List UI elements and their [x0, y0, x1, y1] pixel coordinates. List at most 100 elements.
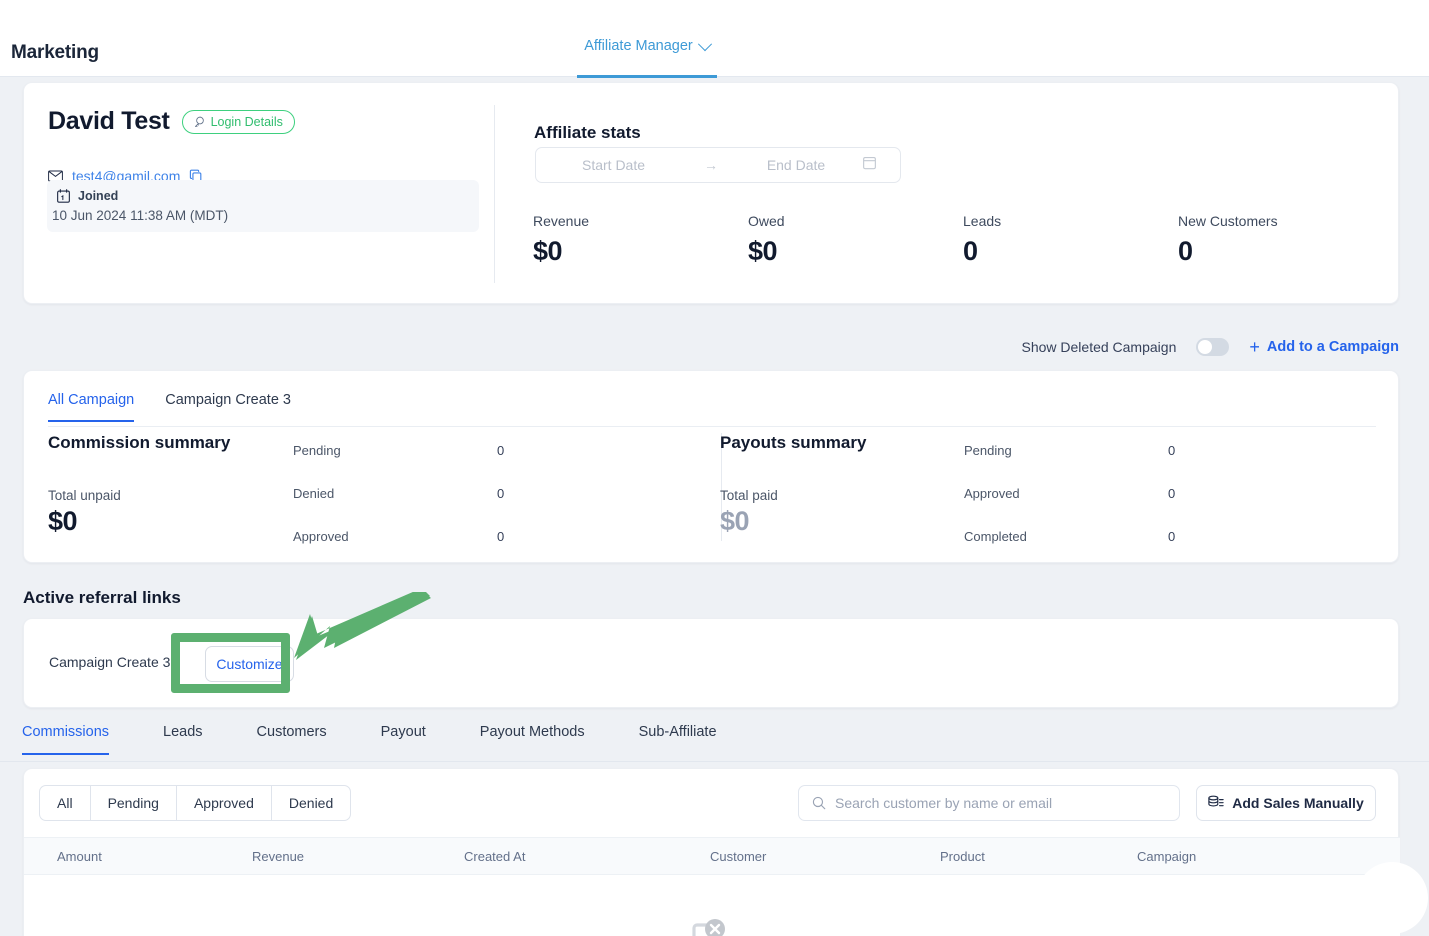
tab-payout[interactable]: Payout	[381, 724, 426, 755]
kpi-label: Leads	[963, 213, 1002, 229]
plus-icon: +	[1249, 337, 1260, 357]
kpi-leads: Leads 0	[963, 213, 1178, 267]
login-key-icon	[194, 116, 204, 127]
filter-approved[interactable]: Approved	[175, 785, 271, 821]
commission-total-label: Total unpaid	[48, 488, 121, 503]
filter-all[interactable]: All	[39, 785, 90, 821]
campaign-tab-all[interactable]: All Campaign	[48, 392, 135, 422]
tab-affiliate-manager[interactable]: Affiliate Manager	[577, 37, 717, 77]
filter-denied[interactable]: Denied	[270, 785, 352, 821]
kpi-label: Revenue	[533, 213, 590, 229]
joined-header: Joined	[57, 189, 118, 203]
status-filter-group: All Pending Approved Denied	[39, 785, 352, 821]
end-date-input[interactable]: End Date	[731, 157, 861, 173]
campaign-tab-create-3[interactable]: Campaign Create 3	[165, 392, 291, 422]
login-details-badge[interactable]: Login Details	[181, 109, 295, 134]
profile-details: David Test Login Details test4@gamil.com	[24, 83, 494, 305]
login-details-label: Login Details	[210, 114, 283, 129]
campaign-toolbar: Show Deleted Campaign + Add to a Campaig…	[1021, 338, 1399, 356]
joined-value: 10 Jun 2024 11:38 AM (MDT)	[52, 208, 229, 223]
add-to-campaign-button[interactable]: + Add to a Campaign	[1249, 338, 1399, 356]
toggle-knob	[1198, 340, 1213, 354]
commission-breakdown: Pending 0 Denied 0 Approved 0	[293, 429, 504, 558]
row-key: Pending	[293, 443, 341, 458]
referral-links-card: Campaign Create 3: Customize	[23, 618, 1399, 708]
tab-commissions[interactable]: Commissions	[22, 724, 110, 755]
table-row: Approved 0	[964, 472, 1175, 515]
stacked-coins-icon	[1208, 795, 1224, 807]
row-key: Approved	[964, 486, 1020, 501]
card-divider	[494, 105, 495, 283]
kpi-revenue: Revenue $0	[533, 213, 748, 267]
show-deleted-campaign-label: Show Deleted Campaign	[1021, 339, 1177, 355]
payouts-total-value: $0	[720, 506, 750, 536]
row-key: Denied	[293, 486, 335, 501]
campaign-tabs: All Campaign Campaign Create 3	[48, 392, 291, 422]
kpi-label: New Customers	[1178, 213, 1278, 229]
column-campaign: Campaign	[1137, 848, 1197, 864]
table-header-row: Amount Revenue Created At Customer Produ…	[24, 837, 1400, 875]
kpi-list: Revenue $0 Owed $0 Leads 0 New Customers…	[533, 213, 1393, 267]
row-value: 0	[1168, 443, 1176, 458]
tab-payout-methods[interactable]: Payout Methods	[480, 724, 585, 755]
affiliate-stats-section: Affiliate stats Start Date → End Date Re…	[512, 83, 1400, 305]
affiliate-manager-page: Marketing Affiliate Manager David Test L…	[0, 0, 1429, 936]
kpi-owed: Owed $0	[748, 213, 963, 267]
tab-leads[interactable]: Leads	[163, 724, 203, 755]
table-row: Approved 0	[293, 515, 504, 558]
date-range-arrow-icon: →	[704, 157, 718, 173]
row-key: Completed	[964, 529, 1027, 544]
row-value: 0	[497, 529, 505, 544]
add-to-campaign-label: Add to a Campaign	[1266, 339, 1399, 355]
table-row: Completed 0	[964, 515, 1175, 558]
kpi-value: $0	[533, 236, 563, 266]
kpi-value: $0	[748, 236, 778, 266]
table-row: Pending 0	[293, 429, 504, 472]
joined-info-box: Joined 10 Jun 2024 11:38 AM (MDT)	[47, 180, 479, 232]
payouts-total-label: Total paid	[720, 488, 778, 503]
search-input[interactable]: Search customer by name or email	[798, 785, 1180, 821]
calendar-picker-icon[interactable]	[863, 156, 876, 175]
calendar-icon	[863, 156, 876, 169]
calendar-icon	[57, 189, 70, 203]
row-key: Pending	[964, 443, 1012, 458]
column-customer: Customer	[710, 848, 767, 864]
payouts-breakdown: Pending 0 Approved 0 Completed 0	[964, 429, 1175, 558]
tab-active-indicator	[577, 75, 717, 78]
chat-widget-button[interactable]	[1356, 862, 1428, 934]
search-icon	[812, 796, 826, 810]
date-range-picker[interactable]: Start Date → End Date	[535, 147, 901, 183]
top-bar: Marketing Affiliate Manager	[0, 0, 1429, 78]
campaign-summary-card: All Campaign Campaign Create 3 Commissio…	[23, 370, 1399, 563]
detail-tabs-rule	[0, 761, 1429, 762]
add-sales-manually-button[interactable]: Add Sales Manually	[1196, 785, 1376, 821]
table-row: Pending 0	[964, 429, 1175, 472]
row-key: Approved	[293, 529, 349, 544]
start-date-input[interactable]: Start Date	[536, 157, 691, 173]
referral-campaign-label: Campaign Create 3:	[49, 654, 175, 670]
empty-state-icon	[690, 918, 732, 936]
tab-affiliate-manager-label: Affiliate Manager	[584, 38, 693, 54]
filter-pending[interactable]: Pending	[89, 785, 176, 821]
column-product: Product	[940, 848, 985, 864]
kpi-value: 0	[1178, 236, 1193, 266]
payouts-summary: Payouts summary Total paid $0	[720, 433, 950, 537]
detail-tabs: Commissions Leads Customers Payout Payou…	[22, 724, 771, 755]
row-value: 0	[497, 486, 505, 501]
kpi-value: 0	[963, 236, 978, 266]
add-sales-manually-label: Add Sales Manually	[1232, 795, 1364, 811]
customize-button[interactable]: Customize	[205, 646, 294, 682]
affiliate-stats-title: Affiliate stats	[534, 123, 641, 142]
tab-sub-affiliate[interactable]: Sub-Affiliate	[639, 724, 717, 755]
campaign-tabs-rule	[48, 426, 1376, 427]
commission-summary-title: Commission summary	[48, 433, 231, 452]
show-deleted-campaign-toggle[interactable]	[1196, 338, 1230, 356]
row-value: 0	[1168, 486, 1176, 501]
tab-customers[interactable]: Customers	[257, 724, 327, 755]
page-title: Marketing	[11, 42, 99, 63]
column-created-at: Created At	[464, 848, 526, 864]
column-revenue: Revenue	[252, 848, 305, 864]
row-value: 0	[497, 443, 505, 458]
commission-total-value: $0	[48, 506, 78, 536]
commission-summary: Commission summary Total unpaid $0	[48, 433, 278, 537]
